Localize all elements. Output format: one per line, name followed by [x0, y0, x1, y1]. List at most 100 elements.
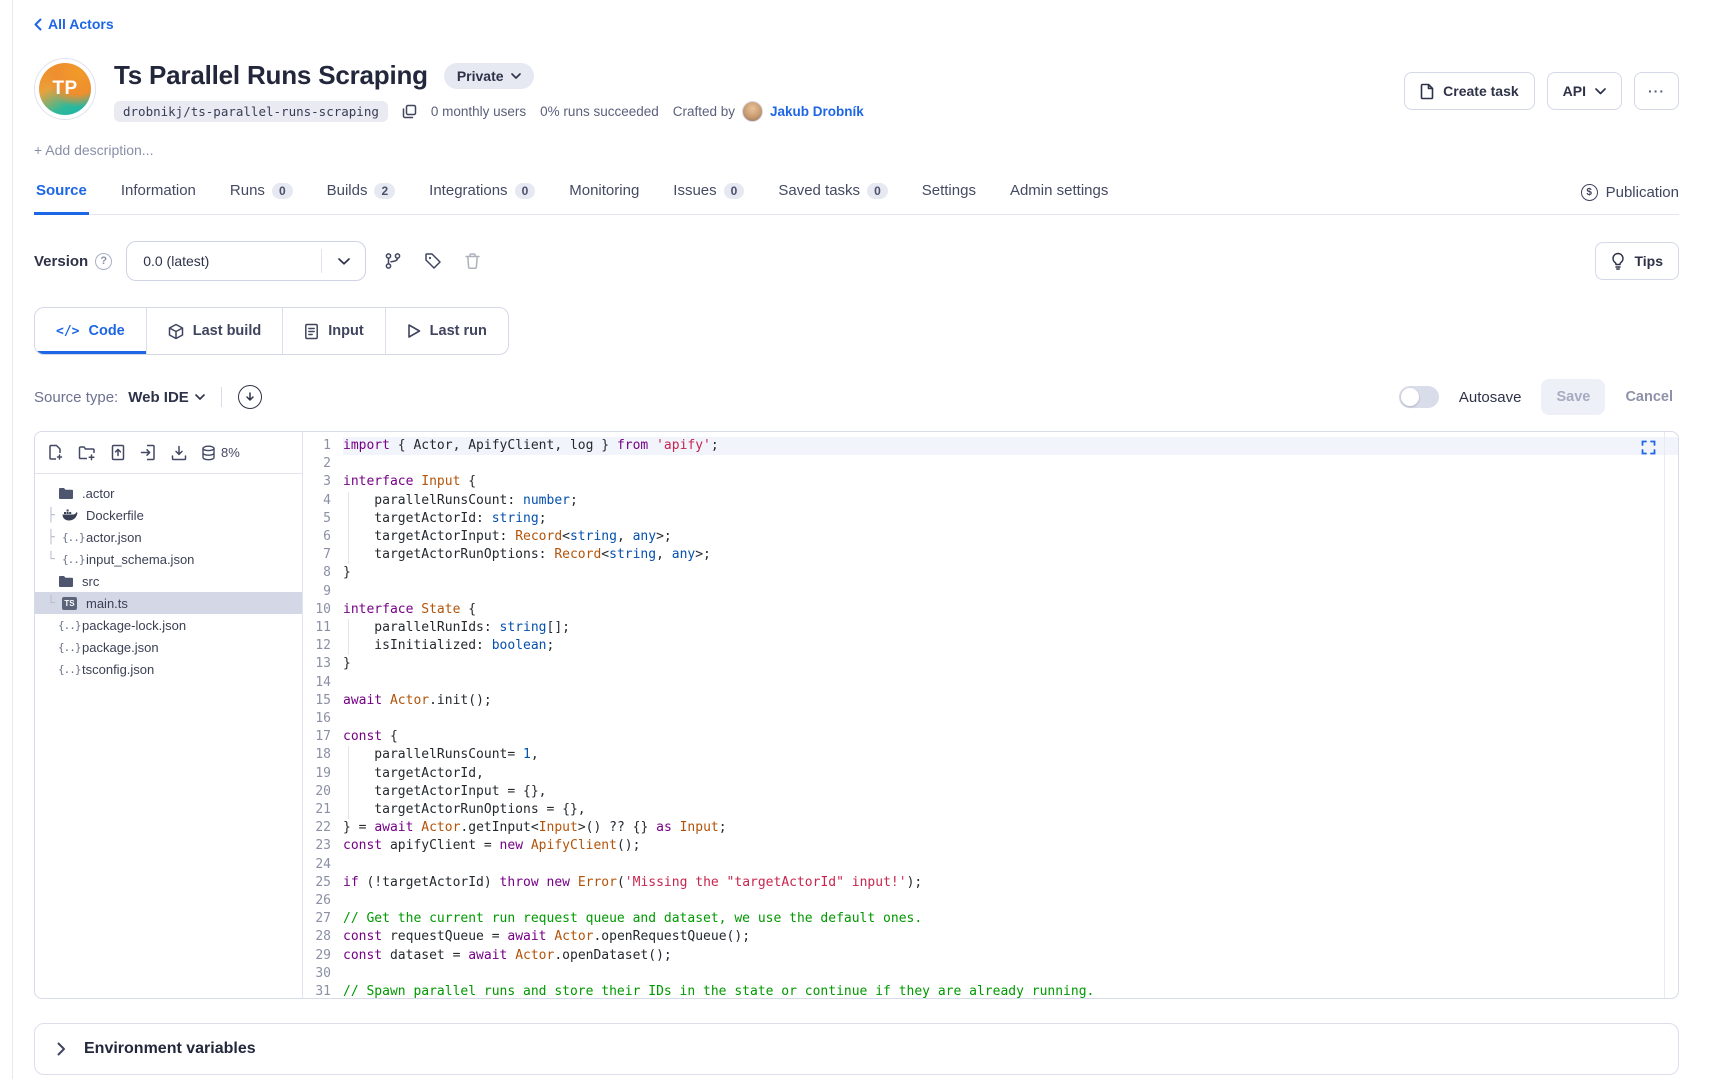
code-row[interactable]: 5 targetActorId: string;: [303, 510, 1678, 528]
upload-file-button[interactable]: [104, 438, 132, 467]
view-tab-last-run[interactable]: Last run: [386, 308, 508, 354]
code-row[interactable]: 26: [303, 892, 1678, 910]
create-task-button[interactable]: Create task: [1404, 72, 1535, 110]
help-icon[interactable]: ?: [95, 253, 112, 270]
tab-saved-tasks[interactable]: Saved tasks0: [776, 172, 889, 215]
code-row[interactable]: 9: [303, 583, 1678, 601]
folder-icon: [58, 487, 74, 500]
tab-builds[interactable]: Builds2: [325, 172, 398, 215]
back-to-all-actors-link[interactable]: All Actors: [34, 0, 114, 32]
version-label: Version: [34, 253, 88, 270]
new-folder-button[interactable]: [72, 439, 102, 467]
tab-admin-settings[interactable]: Admin settings: [1008, 172, 1110, 215]
tree-item-actor[interactable]: .actor: [35, 482, 302, 504]
code-row[interactable]: 17const {: [303, 728, 1678, 746]
line-number: 19: [303, 765, 343, 783]
tree-item-input-schema-json[interactable]: └{..}input_schema.json: [35, 548, 302, 570]
view-tab-input[interactable]: Input: [283, 308, 385, 354]
delete-version-icon[interactable]: [460, 248, 485, 274]
chevron-down-icon: [321, 249, 365, 273]
tab-source[interactable]: Source: [34, 172, 89, 215]
tab-label: Runs: [230, 182, 265, 199]
code-row[interactable]: 10interface State {: [303, 601, 1678, 619]
download-source-icon[interactable]: [238, 385, 262, 409]
code-row[interactable]: 15await Actor.init();: [303, 692, 1678, 710]
tree-item-actor-json[interactable]: ├{..}actor.json: [35, 526, 302, 548]
version-select[interactable]: 0.0 (latest): [126, 241, 366, 281]
cancel-button[interactable]: Cancel: [1625, 389, 1679, 405]
folder-icon: [58, 575, 74, 588]
line-number: 3: [303, 473, 343, 491]
code-row[interactable]: 16: [303, 710, 1678, 728]
new-file-button[interactable]: [41, 438, 70, 467]
code-row[interactable]: 30: [303, 965, 1678, 983]
source-type-dropdown[interactable]: Web IDE: [128, 389, 205, 406]
code-row[interactable]: 29const dataset = await Actor.openDatase…: [303, 947, 1678, 965]
avatar-initials: TP: [52, 78, 77, 100]
code-line: if (!targetActorId) throw new Error('Mis…: [343, 874, 1678, 892]
code-row[interactable]: 19 targetActorId,: [303, 765, 1678, 783]
code-row[interactable]: 23const apifyClient = new ApifyClient();: [303, 837, 1678, 855]
typescript-icon: TS: [62, 597, 77, 610]
code-editor[interactable]: 1import { Actor, ApifyClient, log } from…: [303, 432, 1678, 998]
view-tab-code[interactable]: </>Code: [35, 308, 147, 354]
save-button[interactable]: Save: [1541, 379, 1605, 415]
tree-item-dockerfile[interactable]: ├Dockerfile: [35, 504, 302, 526]
git-branch-icon[interactable]: [380, 248, 406, 274]
tree-item-src[interactable]: src: [35, 570, 302, 592]
author-link[interactable]: Jakub Drobník: [770, 104, 864, 119]
code-row[interactable]: 4 parallelRunsCount: number;: [303, 492, 1678, 510]
code-row[interactable]: 3interface Input {: [303, 473, 1678, 491]
code-row[interactable]: 25if (!targetActorId) throw new Error('M…: [303, 874, 1678, 892]
tab-settings[interactable]: Settings: [920, 172, 978, 215]
autosave-toggle[interactable]: [1399, 386, 1439, 408]
tree-item-main-ts[interactable]: └TSmain.ts: [35, 592, 302, 614]
code-row[interactable]: 31// Spawn parallel runs and store their…: [303, 983, 1678, 998]
code-line: const dataset = await Actor.openDataset(…: [343, 947, 1678, 965]
tab-integrations[interactable]: Integrations0: [427, 172, 537, 215]
code-row[interactable]: 11 parallelRunIds: string[];: [303, 619, 1678, 637]
tab-runs[interactable]: Runs0: [228, 172, 295, 215]
code-row[interactable]: 1import { Actor, ApifyClient, log } from…: [303, 437, 1678, 455]
code-row[interactable]: 2: [303, 455, 1678, 473]
code-row[interactable]: 7 targetActorRunOptions: Record<string, …: [303, 546, 1678, 564]
code-row[interactable]: 6 targetActorInput: Record<string, any>;: [303, 528, 1678, 546]
tag-icon[interactable]: [420, 248, 446, 274]
tab-issues[interactable]: Issues0: [671, 172, 746, 215]
code-row[interactable]: 14: [303, 674, 1678, 692]
code-row[interactable]: 20 targetActorInput = {},: [303, 783, 1678, 801]
visibility-dropdown[interactable]: Private: [444, 63, 534, 89]
api-dropdown-button[interactable]: API: [1547, 72, 1622, 110]
download-all-button[interactable]: [165, 439, 193, 467]
code-row[interactable]: 18 parallelRunsCount= 1,: [303, 746, 1678, 764]
tab-monitoring[interactable]: Monitoring: [567, 172, 641, 215]
line-number: 17: [303, 728, 343, 746]
view-tab-last-build[interactable]: Last build: [147, 308, 283, 354]
tree-branch: └: [47, 596, 62, 611]
publication-button[interactable]: $ Publication: [1581, 184, 1679, 214]
code-row[interactable]: 12 isInitialized: boolean;: [303, 637, 1678, 655]
code-row[interactable]: 27// Get the current run request queue a…: [303, 910, 1678, 928]
tips-button[interactable]: Tips: [1595, 242, 1679, 280]
code-row[interactable]: 28const requestQueue = await Actor.openR…: [303, 928, 1678, 946]
tree-item-tsconfig-json[interactable]: {..}tsconfig.json: [35, 658, 302, 680]
fullscreen-icon[interactable]: [1641, 440, 1656, 455]
code-row[interactable]: 8}: [303, 564, 1678, 582]
source-type-label: Source type:: [34, 389, 118, 406]
code-row[interactable]: 21 targetActorRunOptions = {},: [303, 801, 1678, 819]
code-row[interactable]: 13}: [303, 655, 1678, 673]
code-row[interactable]: 24: [303, 856, 1678, 874]
tab-count-badge: 0: [867, 183, 888, 199]
import-file-button[interactable]: [134, 438, 163, 467]
tree-item-package-lock-json[interactable]: {..}package-lock.json: [35, 614, 302, 636]
more-actions-button[interactable]: ···: [1634, 72, 1679, 110]
add-description-link[interactable]: + Add description...: [34, 142, 153, 158]
file-panel: 8% .actor├Dockerfile├{..}actor.json└{..}…: [35, 432, 303, 998]
scrollbar[interactable]: [1664, 432, 1665, 998]
code-row[interactable]: 22} = await Actor.getInput<Input>() ?? {…: [303, 819, 1678, 837]
tab-information[interactable]: Information: [119, 172, 198, 215]
tree-item-package-json[interactable]: {..}package.json: [35, 636, 302, 658]
copy-icon[interactable]: [402, 104, 417, 119]
chevron-down-icon: [511, 73, 521, 79]
environment-variables-section[interactable]: Environment variables: [34, 1023, 1679, 1075]
